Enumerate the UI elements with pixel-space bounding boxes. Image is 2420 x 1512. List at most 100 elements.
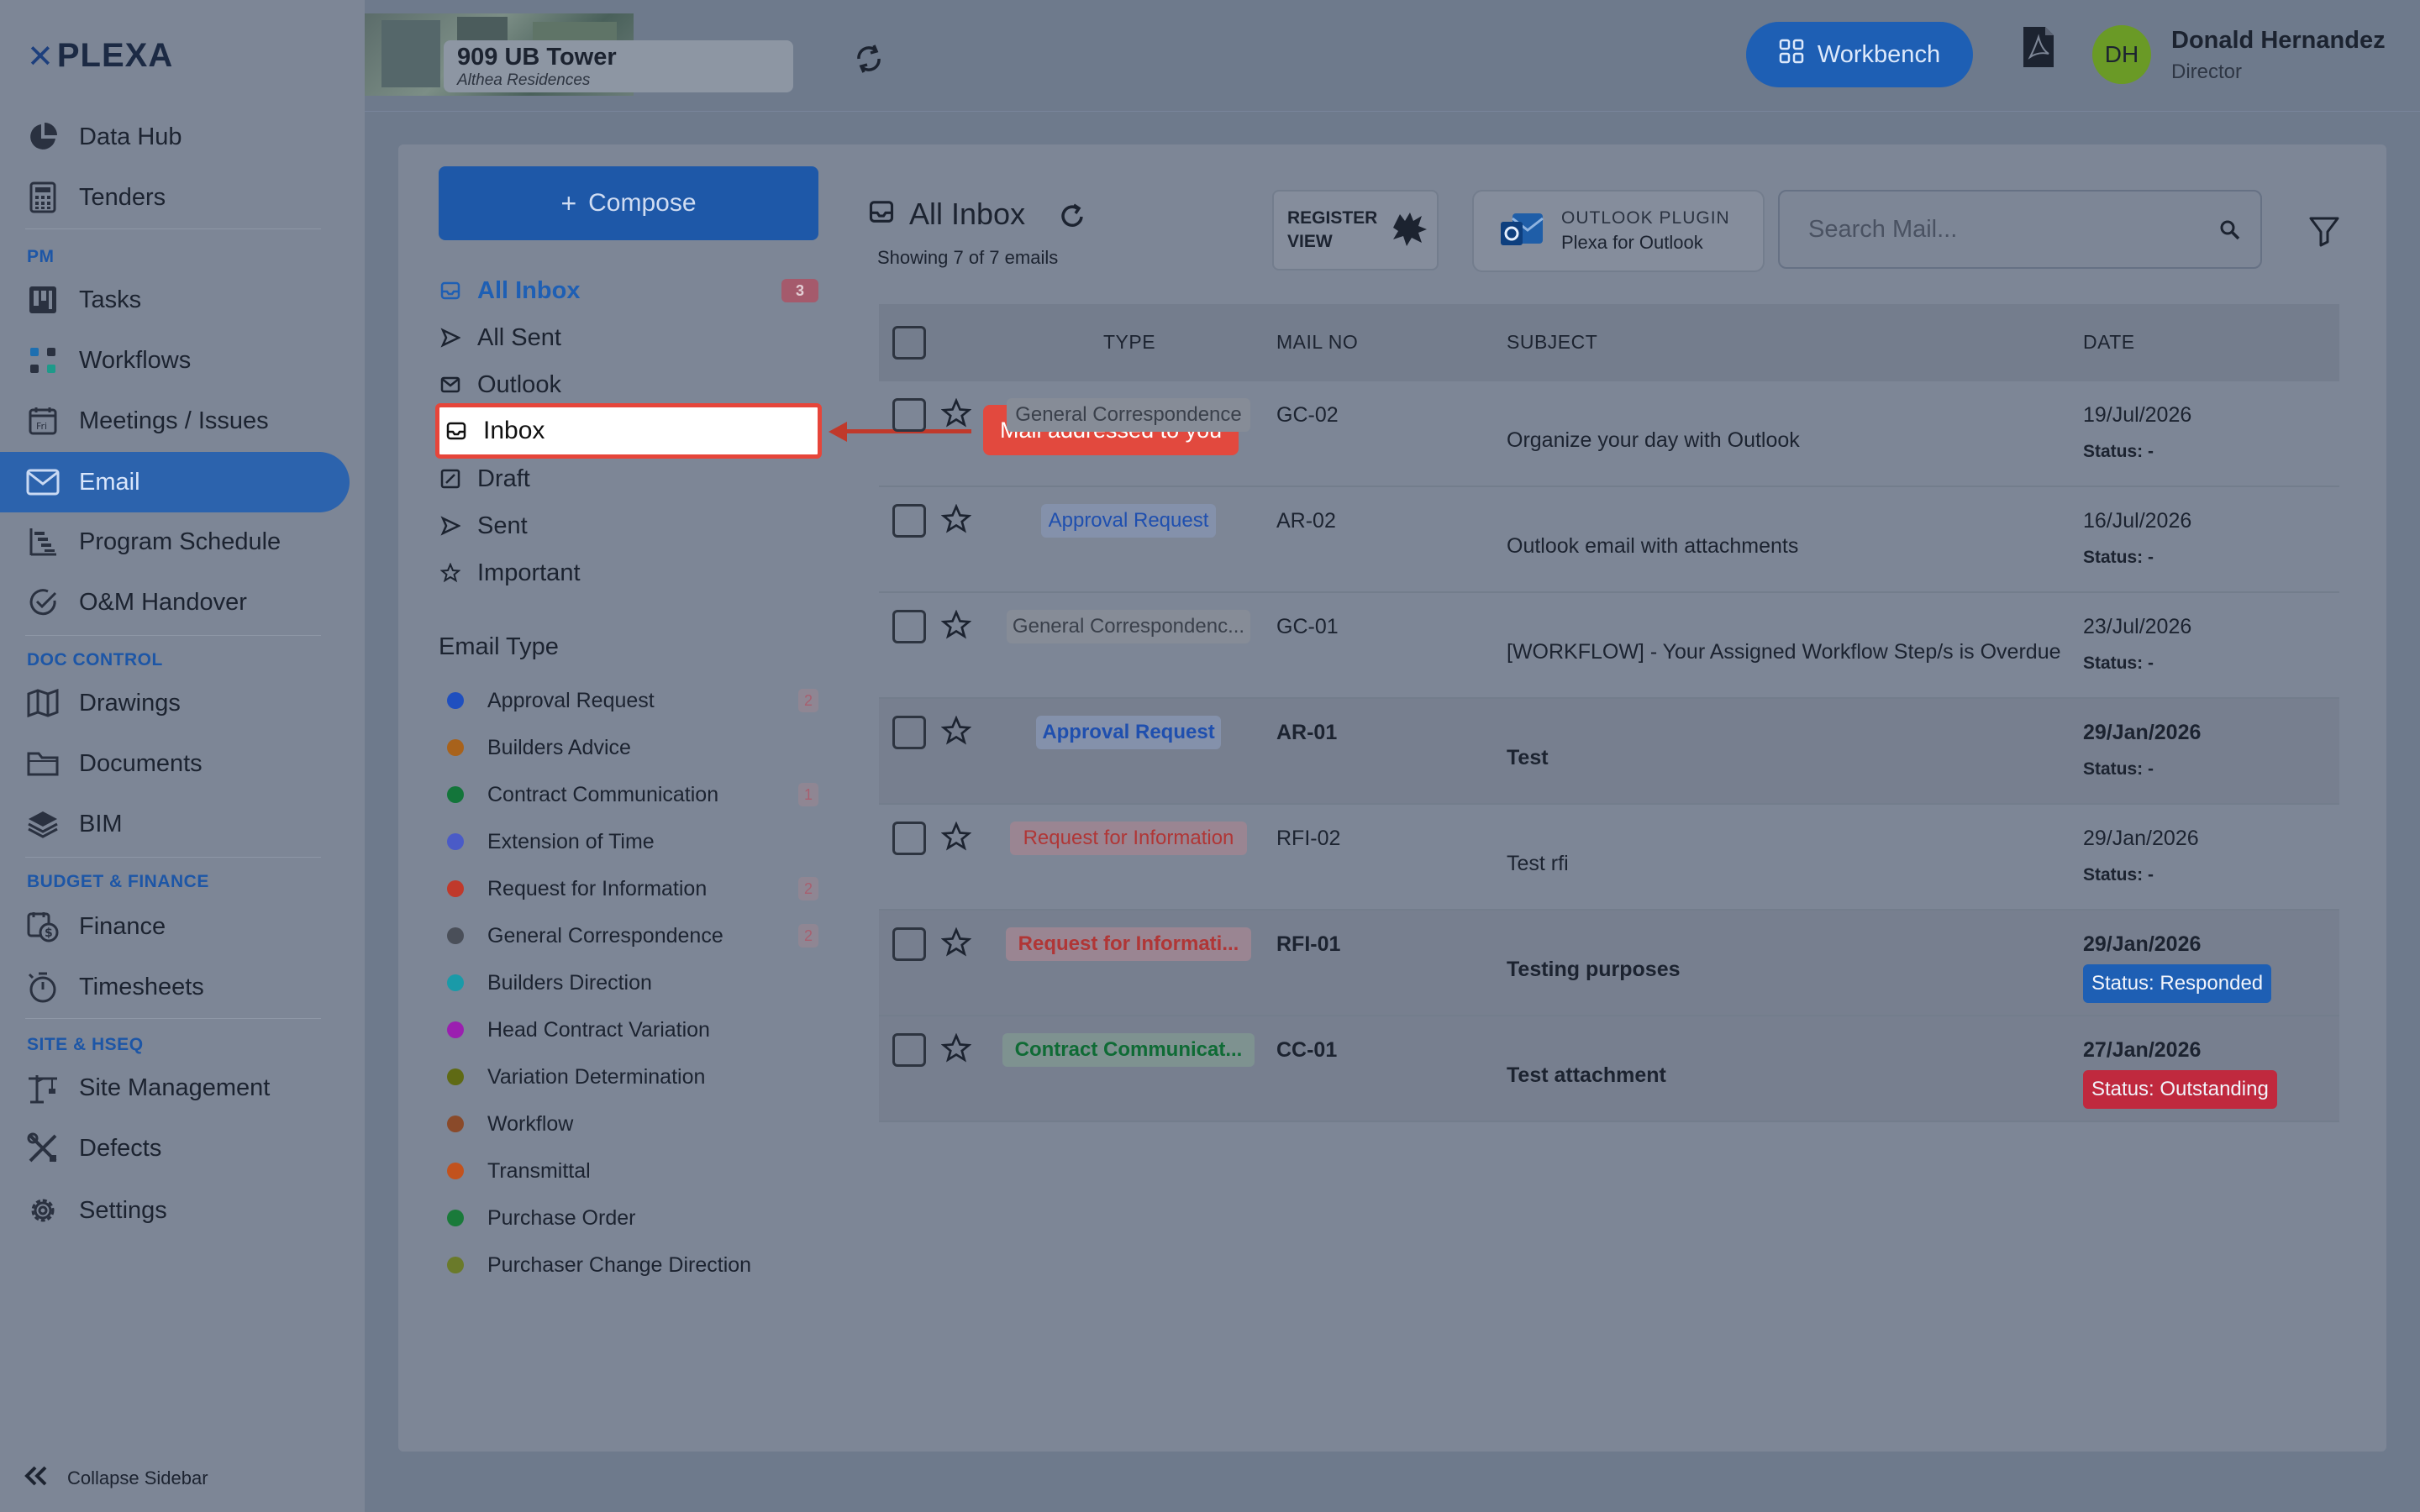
star-icon[interactable] — [940, 927, 972, 958]
outlook-plugin-title: OUTLOOK PLUGIN — [1561, 208, 1730, 228]
sidebar-item-tasks[interactable]: Tasks — [25, 276, 319, 323]
folder-inbox[interactable]: Inbox — [435, 403, 822, 459]
star-icon[interactable] — [940, 503, 972, 534]
table-row[interactable]: Approval Request AR-02 Outlook email with … — [879, 487, 2339, 593]
sidebar-item-program-schedule[interactable]: Program Schedule — [25, 518, 319, 565]
sidebar-item-meetings-issues[interactable]: Fri Meetings / Issues — [25, 397, 319, 444]
refresh-icon[interactable] — [1057, 202, 1087, 232]
email-type-label: Head Contract Variation — [487, 1017, 710, 1042]
sidebar-item-site-management[interactable]: Site Management — [25, 1064, 319, 1111]
outlook-plugin-button[interactable]: OUTLOOK PLUGIN Plexa for Outlook — [1472, 190, 1765, 272]
type-pill: Contract Communicat... — [1002, 1033, 1255, 1067]
sidebar-item-defects[interactable]: Defects — [25, 1125, 319, 1172]
mail-number: AR-02 — [1276, 509, 1336, 533]
sidebar-item-om-handover[interactable]: O&M Handover — [25, 579, 319, 626]
email-type-item[interactable]: Purchase Order — [447, 1201, 818, 1235]
email-type-item[interactable]: Contract Communication 1 — [447, 778, 818, 811]
switch-project-icon[interactable] — [852, 42, 886, 76]
sidebar-item-finance[interactable]: $ Finance — [25, 903, 319, 950]
sidebar-item-label: Program Schedule — [79, 528, 281, 555]
app-logo[interactable]: ✕ PLEXA — [27, 37, 173, 75]
search-icon[interactable] — [2218, 218, 2242, 242]
email-type-item[interactable]: Extension of Time — [447, 825, 818, 858]
lion-icon — [1388, 209, 1428, 252]
email-type-item[interactable]: Builders Direction — [447, 966, 818, 1000]
sidebar-item-timesheets[interactable]: Timesheets — [25, 963, 319, 1011]
sidebar-item-drawings[interactable]: Drawings — [25, 680, 319, 727]
table-row[interactable]: General Correspondence GC-02 Organize your… — [879, 381, 2339, 487]
list-title: All Inbox — [869, 197, 1025, 232]
row-checkbox[interactable] — [892, 398, 926, 432]
search-input[interactable] — [1808, 215, 2203, 244]
folder-sent[interactable]: Sent — [439, 504, 818, 548]
email-type-item[interactable]: Head Contract Variation — [447, 1013, 818, 1047]
email-type-item[interactable]: Variation Determination — [447, 1060, 818, 1094]
table-row[interactable]: Approval Request AR-01 Test 29/Jan/2026 Stat… — [879, 699, 2339, 805]
sidebar-item-tenders[interactable]: Tenders — [25, 174, 319, 221]
collapse-sidebar-button[interactable]: Collapse Sidebar — [24, 1465, 208, 1492]
double-chevron-left-icon — [24, 1465, 49, 1492]
email-type-item[interactable]: Request for Information 2 — [447, 872, 818, 906]
section-label-pm: PM — [27, 247, 55, 266]
row-checkbox[interactable] — [892, 927, 926, 961]
star-icon[interactable] — [940, 397, 972, 428]
table-row[interactable]: General Correspondenc... GC-01 [WORKFLOW] … — [879, 593, 2339, 699]
folder-all-sent[interactable]: All Sent — [439, 316, 818, 360]
select-all-checkbox[interactable] — [892, 326, 926, 360]
avatar[interactable]: DH — [2092, 25, 2151, 84]
workbench-label: Workbench — [1817, 40, 1941, 68]
mail-number: GC-02 — [1276, 403, 1339, 427]
mail-status: Status: - — [2083, 548, 2154, 567]
sidebar-item-label: Tasks — [79, 286, 142, 313]
column-header-date[interactable]: DATE — [2083, 331, 2135, 354]
mail-subject: [WORKFLOW] - Your Assigned Workflow Step… — [1507, 640, 2061, 664]
email-type-count: 2 — [798, 877, 818, 900]
sidebar-item-documents[interactable]: Documents — [25, 740, 319, 787]
table-header: TYPE MAIL NO SUBJECT DATE — [879, 304, 2339, 381]
folder-outlook[interactable]: Outlook — [439, 363, 818, 407]
star-icon[interactable] — [940, 1032, 972, 1063]
folder-draft[interactable]: Draft — [439, 457, 818, 501]
table-row[interactable]: Contract Communicat... CC-01 Test attachme… — [879, 1016, 2339, 1122]
sidebar-item-data-hub[interactable]: Data Hub — [25, 113, 319, 160]
register-view-button[interactable]: REGISTER VIEW — [1272, 190, 1439, 270]
workbench-button[interactable]: Workbench — [1746, 22, 1973, 87]
outlook-plugin-subtitle: Plexa for Outlook — [1561, 232, 1703, 253]
filter-icon[interactable] — [2307, 213, 2341, 247]
star-icon[interactable] — [940, 609, 972, 640]
email-type-color-dot — [447, 927, 464, 944]
table-row[interactable]: Request for Information RFI-02 Test rfi 29/… — [879, 805, 2339, 911]
row-checkbox[interactable] — [892, 822, 926, 855]
row-checkbox[interactable] — [892, 610, 926, 643]
column-header-mail-no[interactable]: MAIL NO — [1276, 331, 1358, 354]
email-type-item[interactable]: Builders Advice — [447, 731, 818, 764]
sidebar-item-workflows[interactable]: Workflows — [25, 337, 319, 384]
type-pill: Request for Informati... — [1006, 927, 1251, 961]
row-checkbox[interactable] — [892, 716, 926, 749]
email-type-item[interactable]: Workflow — [447, 1107, 818, 1141]
compose-button[interactable]: + Compose — [439, 166, 818, 240]
row-checkbox[interactable] — [892, 504, 926, 538]
folder-important[interactable]: Important — [439, 551, 818, 595]
email-type-color-dot — [447, 880, 464, 897]
folder-all-inbox[interactable]: All Inbox 3 — [439, 269, 818, 312]
star-icon[interactable] — [940, 715, 972, 746]
pdf-icon[interactable] — [2022, 25, 2055, 69]
email-type-item[interactable]: Purchaser Change Direction — [447, 1248, 818, 1282]
email-type-color-dot — [447, 974, 464, 991]
sidebar-item-settings[interactable]: Settings — [25, 1187, 319, 1234]
row-checkbox[interactable] — [892, 1033, 926, 1067]
type-pill: General Correspondence — [1007, 398, 1250, 432]
email-type-item[interactable]: Approval Request 2 — [447, 684, 818, 717]
column-header-type[interactable]: TYPE — [1103, 331, 1155, 354]
sidebar-item-email[interactable]: Email — [0, 452, 350, 512]
email-type-item[interactable]: General Correspondence 2 — [447, 919, 818, 953]
table-row[interactable]: Request for Informati... RFI-01 Testing pu… — [879, 911, 2339, 1016]
envelope-icon — [25, 465, 60, 500]
email-type-item[interactable]: Transmittal — [447, 1154, 818, 1188]
folder-label: Outlook — [477, 370, 561, 398]
sidebar-item-bim[interactable]: BIM — [25, 801, 319, 848]
project-selector[interactable]: 909 UB Tower Althea Residences — [365, 13, 847, 96]
star-icon[interactable] — [940, 821, 972, 852]
column-header-subject[interactable]: SUBJECT — [1507, 331, 1597, 354]
